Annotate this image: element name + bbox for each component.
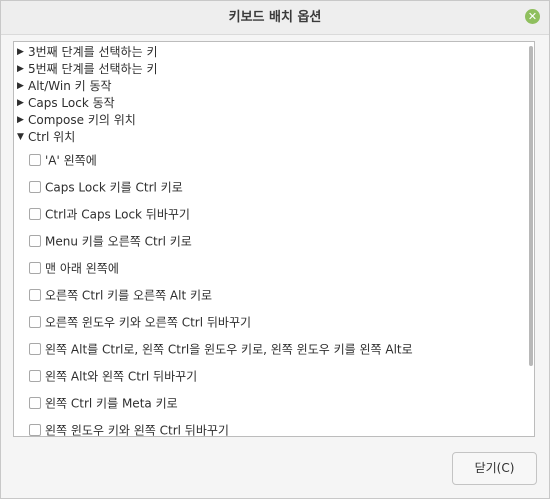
option-checkbox[interactable] — [29, 180, 41, 193]
group-label: Compose 키의 위치 — [28, 113, 136, 127]
tree-group-row[interactable]: ▶ Alt/Win 키 동작 — [17, 78, 112, 95]
option-checkbox[interactable] — [29, 369, 41, 382]
group-label: 5번째 단계를 선택하는 키 — [28, 62, 158, 76]
tree-group-row[interactable]: ▶ 5번째 단계를 선택하는 키 — [17, 61, 157, 78]
option-label: 오른쪽 Ctrl 키를 오른쪽 Alt 키로 — [45, 288, 213, 303]
option-label: Ctrl과 Caps Lock 뒤바꾸기 — [45, 207, 190, 222]
option-label: 왼쪽 윈도우 키와 왼쪽 Ctrl 뒤바꾸기 — [45, 423, 229, 437]
expander-right-icon[interactable]: ▶ — [17, 44, 28, 61]
option-label: 'A' 왼쪽에 — [45, 153, 97, 168]
option-row[interactable]: Ctrl과 Caps Lock 뒤바꾸기 — [29, 203, 190, 225]
dialog-title: 키보드 배치 옵션 — [228, 10, 322, 25]
group-label: Caps Lock 동작 — [28, 96, 115, 110]
keyboard-layout-options-dialog: 키보드 배치 옵션 ✕ ▶ 3번째 단계를 선택하는 키 ▶ 5번째 단계를 선택하… — [0, 0, 550, 499]
option-checkbox[interactable] — [29, 315, 41, 328]
expander-down-icon[interactable]: ▼ — [17, 129, 28, 146]
option-label: 오른쪽 윈도우 키와 오른쪽 Ctrl 뒤바꾸기 — [45, 315, 252, 330]
option-label: 왼쪽 Ctrl 키를 Meta 키로 — [45, 396, 178, 411]
group-label: 3번째 단계를 선택하는 키 — [28, 45, 158, 59]
tree-group-row[interactable]: ▶ Caps Lock 동작 — [17, 95, 115, 112]
scrollbar-thumb[interactable] — [529, 46, 533, 366]
option-checkbox[interactable] — [29, 234, 41, 247]
tree-group-row[interactable]: ▶ 3번째 단계를 선택하는 키 — [17, 44, 157, 61]
option-label: Caps Lock 키를 Ctrl 키로 — [45, 180, 183, 195]
close-window-icon[interactable]: ✕ — [525, 9, 540, 24]
option-checkbox[interactable] — [29, 342, 41, 355]
tree-group-row[interactable]: ▶ Compose 키의 위치 — [17, 112, 136, 129]
option-row[interactable]: 오른쪽 Ctrl 키를 오른쪽 Alt 키로 — [29, 284, 212, 306]
option-row[interactable]: 'A' 왼쪽에 — [29, 149, 97, 171]
tree-group-row-expanded[interactable]: ▼ Ctrl 위치 — [17, 129, 75, 146]
option-row[interactable]: 왼쪽 윈도우 키와 왼쪽 Ctrl 뒤바꾸기 — [29, 419, 229, 437]
option-checkbox[interactable] — [29, 288, 41, 301]
vertical-scrollbar[interactable] — [528, 42, 534, 436]
option-checkbox[interactable] — [29, 153, 41, 166]
option-row[interactable]: 왼쪽 Alt를 Ctrl로, 왼쪽 Ctrl을 윈도우 키로, 왼쪽 윈도우 키… — [29, 338, 413, 360]
group-label: Alt/Win 키 동작 — [28, 79, 112, 93]
options-tree[interactable]: ▶ 3번째 단계를 선택하는 키 ▶ 5번째 단계를 선택하는 키 ▶ Alt/Win… — [13, 41, 535, 437]
option-label: 왼쪽 Alt와 왼쪽 Ctrl 뒤바꾸기 — [45, 369, 198, 384]
title-bar: 키보드 배치 옵션 ✕ — [1, 1, 549, 35]
group-label: Ctrl 위치 — [28, 130, 76, 144]
option-checkbox[interactable] — [29, 207, 41, 220]
option-row[interactable]: 맨 아래 왼쪽에 — [29, 257, 119, 279]
option-row[interactable]: Menu 키를 오른쪽 Ctrl 키로 — [29, 230, 192, 252]
close-button[interactable]: 닫기(C) — [452, 452, 537, 485]
expander-right-icon[interactable]: ▶ — [17, 95, 28, 112]
option-label: Menu 키를 오른쪽 Ctrl 키로 — [45, 234, 192, 249]
expander-right-icon[interactable]: ▶ — [17, 61, 28, 78]
expander-right-icon[interactable]: ▶ — [17, 78, 28, 95]
option-label: 왼쪽 Alt를 Ctrl로, 왼쪽 Ctrl을 윈도우 키로, 왼쪽 윈도우 키… — [45, 342, 413, 357]
expander-right-icon[interactable]: ▶ — [17, 112, 28, 129]
option-checkbox[interactable] — [29, 396, 41, 409]
option-label: 맨 아래 왼쪽에 — [45, 261, 119, 276]
option-row[interactable]: 오른쪽 윈도우 키와 오른쪽 Ctrl 뒤바꾸기 — [29, 311, 251, 333]
option-checkbox[interactable] — [29, 423, 41, 436]
option-checkbox[interactable] — [29, 261, 41, 274]
option-row[interactable]: 왼쪽 Ctrl 키를 Meta 키로 — [29, 392, 178, 414]
option-row[interactable]: 왼쪽 Alt와 왼쪽 Ctrl 뒤바꾸기 — [29, 365, 197, 387]
option-row[interactable]: Caps Lock 키를 Ctrl 키로 — [29, 176, 183, 198]
